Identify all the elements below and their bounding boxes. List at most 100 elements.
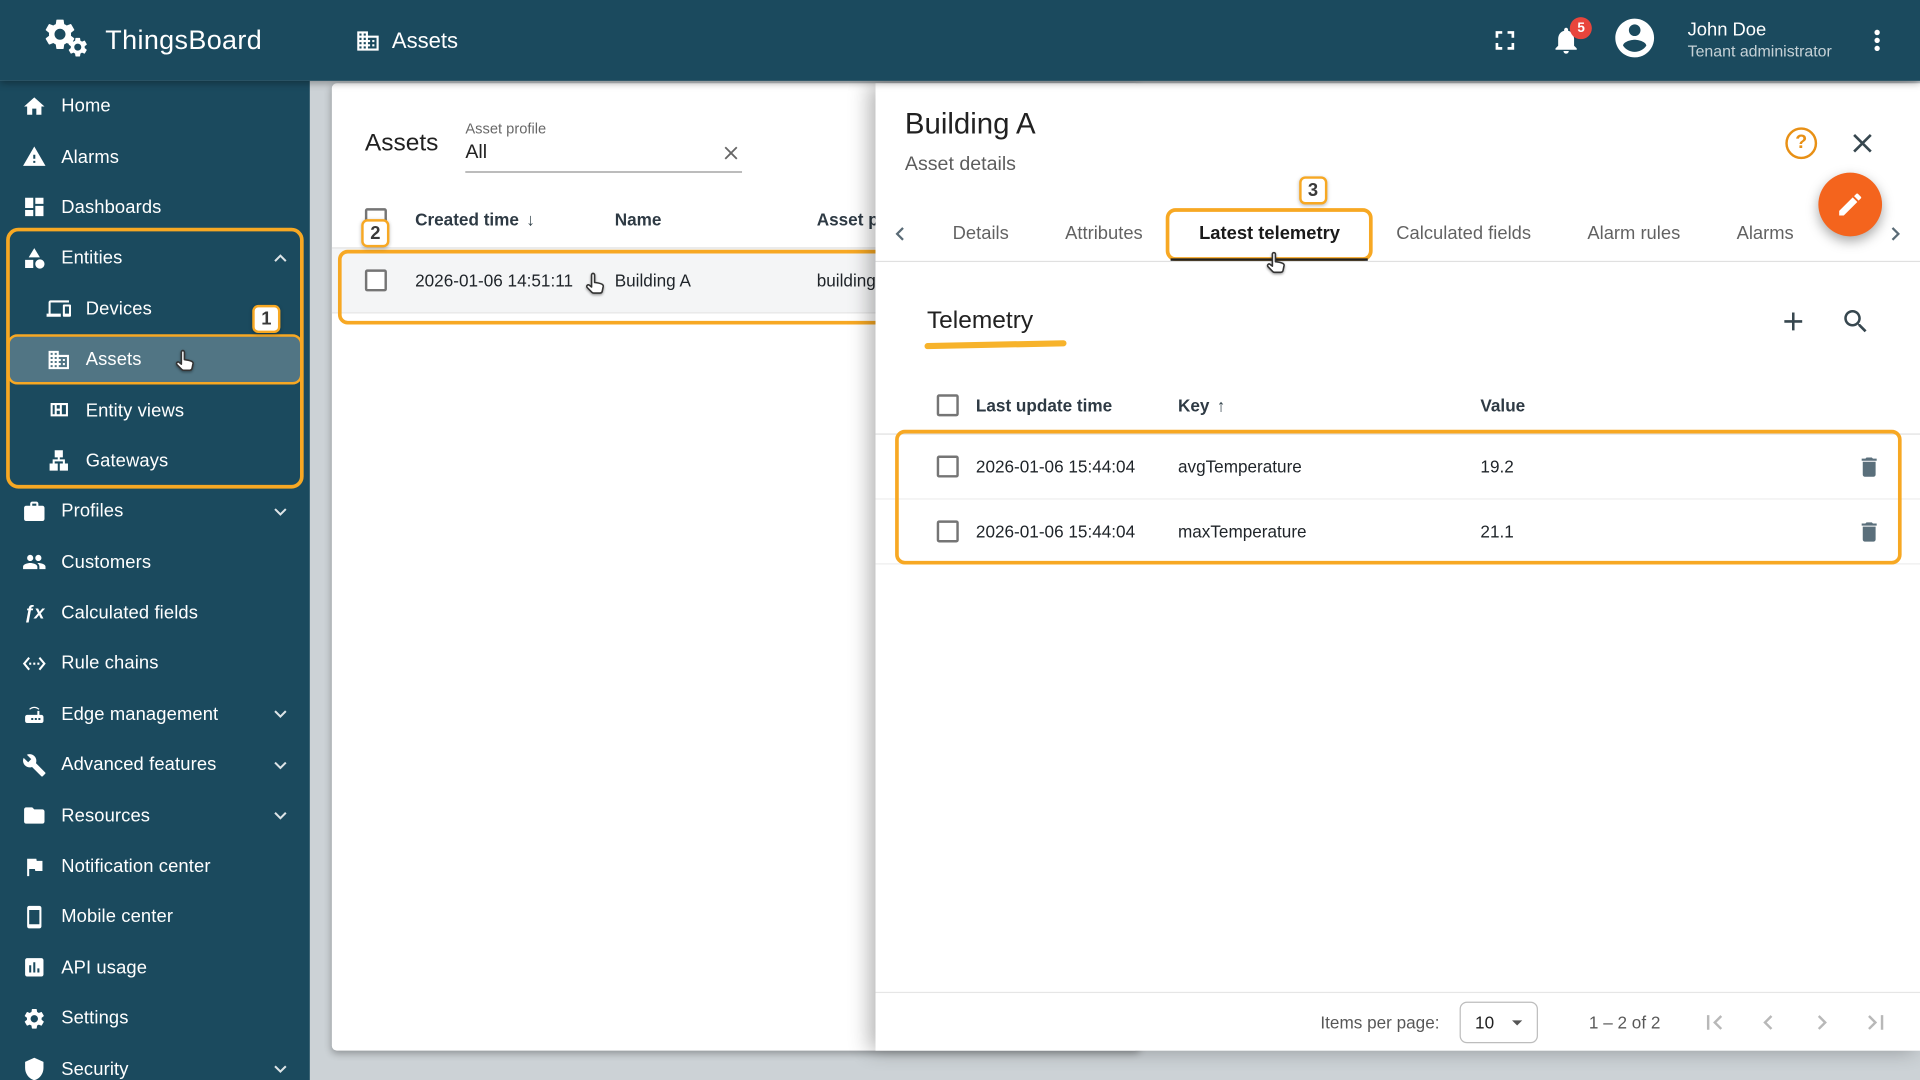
sidebar-item-assets[interactable]: Assets <box>7 334 302 385</box>
sort-asc-icon: ↑ <box>1217 395 1226 415</box>
smartphone-icon <box>22 905 46 929</box>
cell-created-time: 2026-01-06 14:51:11 <box>415 271 615 291</box>
telemetry-toolbar: Telemetry <box>876 262 1920 349</box>
sidebar-item-calculated-fields[interactable]: ƒx Calculated fields <box>0 588 310 639</box>
folder-icon <box>22 803 46 827</box>
cell-value: 21.1 <box>1480 522 1856 542</box>
sidebar-item-customers[interactable]: Customers <box>0 537 310 588</box>
page-size-select[interactable]: 10 <box>1459 1001 1537 1043</box>
chevron-down-icon <box>268 499 292 523</box>
more-menu-button[interactable] <box>1861 24 1893 56</box>
cell-name: Building A <box>615 271 817 291</box>
sidebar-item-gateways[interactable]: Gateways <box>0 436 310 487</box>
sidebar-item-label: Resources <box>61 805 150 826</box>
sidebar-item-security[interactable]: Security <box>0 1044 310 1080</box>
tab-alarm-rules[interactable]: Alarm rules <box>1559 206 1708 261</box>
sidebar-item-label: Notification center <box>61 856 210 877</box>
row-checkbox[interactable] <box>937 520 959 542</box>
sidebar-item-label: Home <box>61 96 110 117</box>
previous-page-button[interactable] <box>1741 995 1795 1049</box>
avatar[interactable] <box>1612 14 1659 67</box>
telemetry-table: Last update time Key ↑ Value 2026-01-06 … <box>876 376 1920 1051</box>
details-tabs-bar: Details Attributes Latest telemetry 3 Ca… <box>876 206 1920 262</box>
tabs-scroll-left-button[interactable] <box>876 206 925 261</box>
assets-building-icon <box>47 347 71 371</box>
pencil-icon <box>1836 190 1865 219</box>
next-page-button[interactable] <box>1795 995 1849 1049</box>
sidebar-item-notification-center[interactable]: Notification center <box>0 841 310 892</box>
flag-icon <box>22 854 46 878</box>
search-button[interactable] <box>1840 306 1871 337</box>
cell-value: 19.2 <box>1480 457 1856 477</box>
sidebar-item-entity-views[interactable]: Entity views <box>0 385 310 436</box>
row-checkbox[interactable] <box>937 456 959 478</box>
tab-details[interactable]: Details <box>924 206 1036 261</box>
annotation-underline <box>924 340 1066 349</box>
sidebar-item-label: Gateways <box>86 451 169 472</box>
sidebar-item-resources[interactable]: Resources <box>0 790 310 841</box>
column-label: Key <box>1178 395 1209 415</box>
close-drawer-button[interactable] <box>1847 127 1879 159</box>
sidebar-item-rule-chains[interactable]: Rule chains <box>0 638 310 689</box>
clear-filter-button[interactable] <box>720 142 742 164</box>
notifications-button[interactable]: 5 <box>1550 24 1582 56</box>
column-header-name[interactable]: Name <box>615 209 817 229</box>
entity-views-icon <box>47 398 71 422</box>
asset-profile-filter[interactable]: Asset profile All <box>465 120 742 173</box>
gear-icon <box>22 1006 46 1030</box>
sidebar-item-settings[interactable]: Settings <box>0 993 310 1044</box>
column-header-last-update-time[interactable]: Last update time <box>976 395 1178 415</box>
table-row[interactable]: 2026-01-06 15:44:04 avgTemperature 19.2 <box>876 435 1920 500</box>
sidebar-item-advanced-features[interactable]: Advanced features <box>0 740 310 791</box>
sidebar-item-profiles[interactable]: Profiles <box>0 486 310 537</box>
delete-telemetry-button[interactable] <box>1856 454 1882 480</box>
chevron-up-icon <box>268 246 292 270</box>
sidebar-item-alarms[interactable]: Alarms <box>0 131 310 182</box>
chevron-down-icon <box>268 1057 292 1080</box>
sidebar-item-dashboards[interactable]: Dashboards <box>0 182 310 233</box>
add-telemetry-button[interactable] <box>1778 306 1809 337</box>
sidebar-item-mobile-center[interactable]: Mobile center <box>0 892 310 943</box>
sidebar-item-label: Mobile center <box>61 907 173 928</box>
column-header-key[interactable]: Key ↑ <box>1178 395 1480 415</box>
row-checkbox[interactable] <box>365 269 387 291</box>
first-page-button[interactable] <box>1687 995 1741 1049</box>
edit-fab-button[interactable] <box>1818 173 1882 237</box>
table-row[interactable]: 2026-01-06 15:44:04 maxTemperature 21.1 <box>876 500 1920 565</box>
plus-icon <box>1778 306 1809 337</box>
sidebar-item-edge-management[interactable]: Edge management <box>0 689 310 740</box>
shield-icon <box>22 1057 46 1080</box>
sidebar-item-label: Alarms <box>61 146 119 167</box>
tab-calculated-fields[interactable]: Calculated fields <box>1368 206 1559 261</box>
people-icon <box>22 550 46 574</box>
column-header-value[interactable]: Value <box>1480 395 1920 415</box>
fx-icon: ƒx <box>22 603 46 624</box>
sort-desc-icon: ↓ <box>526 209 535 229</box>
tab-attributes[interactable]: Attributes <box>1037 206 1171 261</box>
fullscreen-button[interactable] <box>1489 24 1521 56</box>
lan-icon <box>47 449 71 473</box>
first-page-icon <box>1700 1007 1729 1036</box>
help-button[interactable]: ? <box>1785 127 1817 159</box>
sidebar-item-api-usage[interactable]: API usage <box>0 942 310 993</box>
bar-chart-icon <box>22 956 46 980</box>
sidebar-item-home[interactable]: Home <box>0 81 310 132</box>
user-block: John Doe Tenant administrator <box>1688 18 1832 63</box>
delete-telemetry-button[interactable] <box>1856 519 1882 545</box>
top-bar: ThingsBoard Assets 5 John Doe Tenant adm… <box>0 0 1920 81</box>
select-all-checkbox[interactable] <box>937 394 959 416</box>
thingsboard-app: ThingsBoard Assets 5 John Doe Tenant adm… <box>0 0 1920 1080</box>
dropdown-caret-icon <box>1504 1010 1528 1034</box>
more-vert-icon <box>1861 24 1893 56</box>
tab-alarms[interactable]: Alarms <box>1708 206 1821 261</box>
trash-icon <box>1856 454 1882 480</box>
sidebar-item-label: Profiles <box>61 501 123 522</box>
last-page-button[interactable] <box>1849 995 1903 1049</box>
user-role: Tenant administrator <box>1688 42 1832 63</box>
sidebar-item-label: Rule chains <box>61 653 158 674</box>
tab-latest-telemetry[interactable]: Latest telemetry 3 <box>1171 206 1368 261</box>
sidebar-item-entities[interactable]: Entities <box>0 233 310 284</box>
sidebar-item-label: Entities <box>61 248 122 269</box>
column-header-created-time[interactable]: Created time ↓ <box>415 209 615 229</box>
devices-icon <box>47 297 71 321</box>
